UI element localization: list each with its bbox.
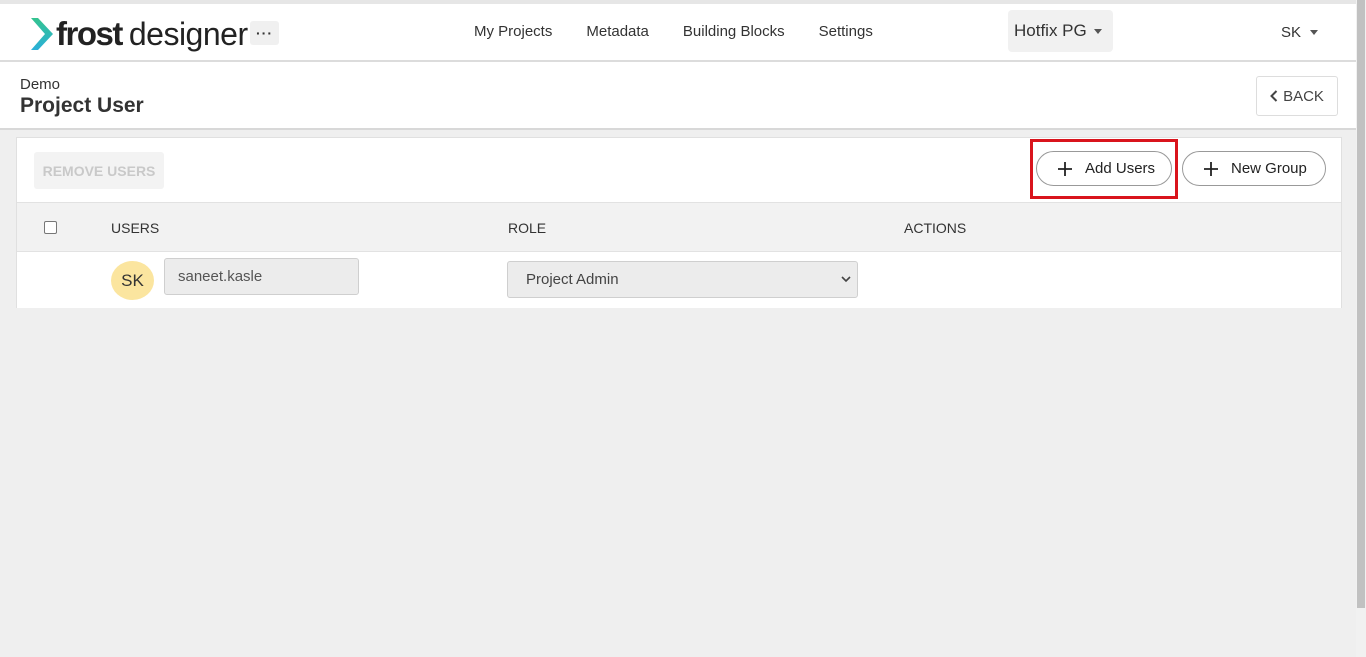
remove-users-label: REMOVE USERS (42, 162, 156, 179)
username-value: saneet.kasle (178, 268, 263, 285)
plus-icon (1204, 161, 1218, 176)
back-button[interactable]: BACK (1256, 76, 1338, 116)
scrollbar-thumb[interactable] (1357, 0, 1365, 608)
ellipsis-icon: ··· (256, 25, 273, 41)
user-menu[interactable]: SK (1281, 24, 1319, 41)
nav-item-metadata[interactable]: Metadata (586, 23, 649, 40)
add-users-button[interactable]: Add Users (1036, 151, 1172, 186)
page-header: Demo Project User BACK (0, 62, 1356, 130)
select-all-checkbox[interactable] (44, 221, 57, 234)
plus-icon (1058, 161, 1072, 176)
chevron-left-icon (1270, 90, 1278, 102)
page: frost designer ··· My Projects Metadata … (0, 0, 1356, 657)
nav-item-settings[interactable]: Settings (819, 23, 873, 40)
logo-text-designer: designer (128, 15, 248, 52)
column-header-actions: ACTIONS (904, 220, 967, 236)
more-menu-button[interactable]: ··· (250, 21, 279, 45)
top-navbar: frost designer ··· My Projects Metadata … (0, 0, 1356, 62)
org-name: Hotfix PG (1014, 21, 1087, 40)
scrollbar-track[interactable] (1356, 0, 1366, 657)
add-users-label: Add Users (1085, 160, 1156, 177)
column-header-users: USERS (111, 220, 160, 236)
avatar-initials: SK (121, 270, 144, 290)
org-switcher[interactable]: Hotfix PG (1008, 10, 1113, 52)
nav-item-my-projects[interactable]: My Projects (474, 23, 552, 40)
table-row: SK saneet.kasle Project Admin (17, 252, 1341, 308)
nav-item-building-blocks[interactable]: Building Blocks (683, 23, 785, 40)
column-header-role: ROLE (508, 220, 547, 236)
page-title: Project User (20, 94, 144, 117)
users-panel: REMOVE USERS Add Users New Group USERS R… (16, 137, 1342, 308)
back-button-label: BACK (1283, 87, 1324, 105)
table-header: USERS ROLE ACTIONS (17, 202, 1341, 252)
username-field: saneet.kasle (164, 258, 359, 295)
avatar: SK (111, 261, 154, 300)
breadcrumb: Demo (20, 76, 61, 93)
caret-down-icon (1093, 28, 1102, 34)
main-nav: My Projects Metadata Building Blocks Set… (474, 23, 873, 40)
logo-text-frost: frost (56, 15, 123, 52)
logo[interactable]: frost designer (30, 14, 248, 54)
new-group-label: New Group (1231, 160, 1307, 177)
role-select[interactable]: Project Admin (507, 261, 858, 298)
role-value: Project Admin (526, 271, 619, 288)
new-group-button[interactable]: New Group (1182, 151, 1326, 186)
user-initials: SK (1281, 24, 1302, 41)
chevron-down-icon (841, 276, 851, 283)
remove-users-button[interactable]: REMOVE USERS (34, 152, 164, 189)
frost-chevron-icon (31, 18, 53, 50)
caret-down-icon (1310, 30, 1319, 35)
